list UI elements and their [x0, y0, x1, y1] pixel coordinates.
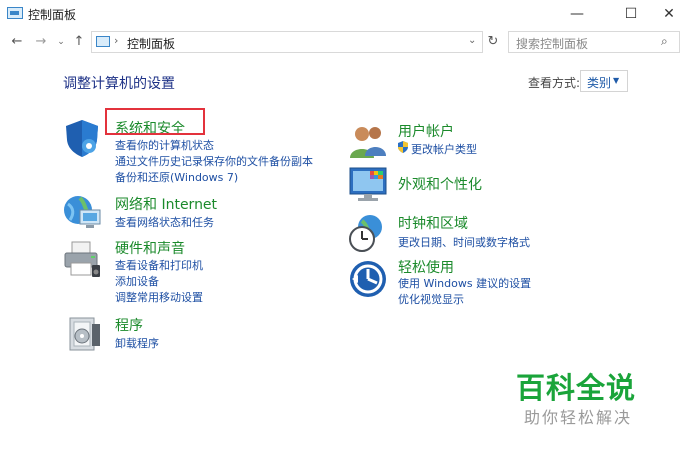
page-title: 调整计算机的设置 — [63, 76, 175, 92]
programs-icon[interactable] — [64, 314, 104, 354]
link-mobility-settings[interactable]: 调整常用移动设置 — [115, 289, 203, 305]
link-date-time-format[interactable]: 更改日期、时间或数字格式 — [398, 234, 530, 250]
category-appearance-personalization[interactable]: 外观和个性化 — [398, 174, 482, 194]
watermark-subtitle: 助你轻松解决 — [524, 408, 633, 427]
monitor-palette-icon[interactable] — [348, 164, 388, 204]
search-icon[interactable]: ⌕ — [661, 34, 668, 49]
address-bar[interactable]: › 控制面板 ⌄ — [91, 31, 483, 53]
breadcrumb-separator[interactable]: › — [114, 34, 118, 47]
category-user-accounts[interactable]: 用户帐户 — [398, 121, 454, 141]
control-panel-icon — [96, 36, 110, 47]
back-button[interactable]: ← — [8, 32, 26, 52]
link-add-device[interactable]: 添加设备 — [115, 273, 159, 289]
printer-icon[interactable] — [62, 239, 102, 279]
link-file-history-backup[interactable]: 通过文件历史记录保存你的文件备份副本 — [115, 153, 313, 169]
view-by-label: 查看方式: — [528, 76, 581, 90]
link-recommended-settings[interactable]: 使用 Windows 建议的设置 — [398, 275, 531, 291]
refresh-button[interactable]: ↻ — [484, 32, 502, 52]
minimize-button[interactable]: — — [554, 0, 600, 28]
highlight-box — [105, 108, 205, 135]
view-by-select[interactable]: 类别 ▼ — [580, 70, 628, 92]
window-title: 控制面板 — [28, 8, 77, 22]
globe-network-icon[interactable] — [62, 192, 102, 232]
search-input[interactable]: 搜索控制面板 ⌕ — [508, 31, 680, 53]
category-ease-of-access[interactable]: 轻松使用 — [398, 257, 454, 277]
link-view-computer-status[interactable]: 查看你的计算机状态 — [115, 137, 214, 153]
users-icon[interactable] — [348, 122, 388, 162]
up-button[interactable]: ↑ — [70, 32, 88, 52]
category-network-internet[interactable]: 网络和 Internet — [115, 194, 217, 214]
title-bar: 控制面板 — ☐ ✕ — [0, 0, 692, 28]
view-by-value: 类别 — [587, 76, 612, 90]
forward-button[interactable]: → — [32, 32, 50, 52]
link-network-status[interactable]: 查看网络状态和任务 — [115, 214, 214, 230]
link-backup-restore[interactable]: 备份和还原(Windows 7) — [115, 169, 238, 185]
category-clock-region[interactable]: 时钟和区域 — [398, 213, 468, 233]
category-hardware-sound[interactable]: 硬件和声音 — [115, 238, 185, 258]
link-uninstall-program[interactable]: 卸载程序 — [115, 335, 159, 351]
recent-locations-dropdown[interactable]: ⌄ — [55, 32, 67, 52]
chevron-down-icon: ▼ — [613, 76, 620, 85]
category-programs[interactable]: 程序 — [115, 315, 143, 335]
navigation-bar: ← → ⌄ ↑ › 控制面板 ⌄ ↻ 搜索控制面板 ⌕ — [0, 28, 692, 56]
address-dropdown[interactable]: ⌄ — [468, 35, 476, 46]
uac-shield-icon — [398, 141, 408, 153]
breadcrumb-control-panel[interactable]: 控制面板 — [127, 35, 175, 52]
clock-globe-icon[interactable] — [348, 213, 388, 253]
link-devices-printers[interactable]: 查看设备和打印机 — [115, 257, 203, 273]
control-panel-icon — [7, 7, 23, 19]
search-placeholder: 搜索控制面板 — [516, 37, 589, 51]
link-change-account-type[interactable]: 更改帐户类型 — [411, 141, 477, 157]
ease-of-access-icon[interactable] — [348, 259, 388, 299]
watermark-logo-text: 百科全说 — [516, 371, 637, 405]
close-button[interactable]: ✕ — [646, 0, 692, 28]
shield-icon[interactable] — [62, 118, 102, 158]
link-optimize-visual-display[interactable]: 优化视觉显示 — [398, 291, 464, 307]
